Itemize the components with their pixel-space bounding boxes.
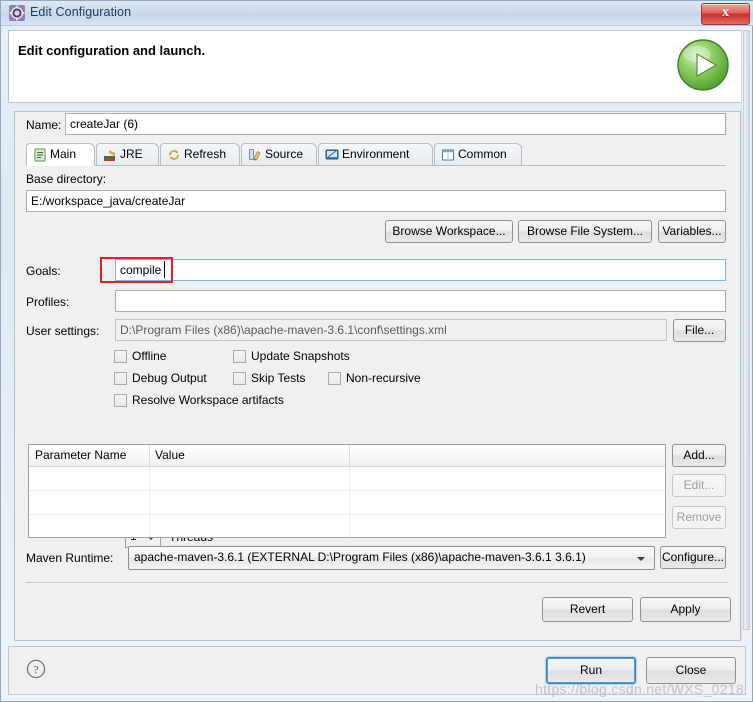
tab-jre-label: JRE	[120, 147, 143, 161]
header-title: Edit configuration and launch.	[18, 43, 206, 58]
column-header-parameter-name: Parameter Name	[35, 448, 127, 462]
scrollbar-thumb[interactable]	[743, 30, 750, 630]
variables-button[interactable]: Variables...	[658, 220, 726, 243]
run-button[interactable]: Run	[546, 657, 636, 684]
table-row-line	[29, 514, 665, 515]
dialog-scrollbar[interactable]	[741, 30, 751, 640]
add-parameter-button[interactable]: Add...	[672, 444, 726, 467]
close-button[interactable]: Close	[646, 657, 736, 684]
tab-common-label: Common	[458, 147, 507, 161]
apply-button[interactable]: Apply	[640, 597, 731, 622]
checkbox-non-recursive[interactable]	[328, 372, 341, 385]
configuration-panel: Name: createJar (6) Main JRE Refresh Sou…	[14, 111, 741, 641]
user-settings-input[interactable]: D:\Program Files (x86)\apache-maven-3.6.…	[115, 319, 667, 341]
tab-environment-label: Environment	[342, 147, 410, 161]
tab-source[interactable]: Source	[241, 143, 317, 166]
parameter-table-header: Parameter Name Value	[29, 445, 665, 467]
parameter-table[interactable]: Parameter Name Value	[28, 444, 666, 538]
remove-parameter-button: Remove	[672, 506, 726, 529]
refresh-arrows-icon	[167, 148, 181, 162]
tab-refresh-label: Refresh	[184, 147, 227, 161]
table-grid-line	[349, 466, 350, 537]
checkbox-update-snapshots-label: Update Snapshots	[251, 349, 350, 363]
close-icon: x	[722, 5, 729, 20]
window-close-button[interactable]: x	[701, 3, 750, 25]
chevron-down-icon	[637, 557, 645, 561]
revert-button[interactable]: Revert	[542, 597, 633, 622]
profiles-label: Profiles:	[26, 295, 70, 309]
maven-runtime-select[interactable]: apache-maven-3.6.1 (EXTERNAL D:\Program …	[128, 546, 655, 570]
checkbox-resolve-workspace-artifacts[interactable]	[114, 394, 127, 407]
configure-button[interactable]: Configure...	[660, 546, 726, 569]
browse-workspace-button[interactable]: Browse Workspace...	[385, 220, 513, 243]
edit-configuration-dialog: Edit Configuration x Edit configuration …	[0, 0, 753, 702]
checkbox-skip-tests-label: Skip Tests	[251, 371, 306, 385]
maven-gear-icon	[9, 5, 25, 21]
help-question-icon[interactable]: ?	[26, 659, 46, 679]
column-header-value: Value	[155, 448, 185, 462]
profiles-input[interactable]	[115, 290, 726, 312]
source-pencil-icon	[248, 148, 262, 162]
dialog-header: Edit configuration and launch.	[8, 30, 746, 103]
tab-main[interactable]: Main	[26, 143, 95, 166]
browse-file-system-button[interactable]: Browse File System...	[518, 220, 652, 243]
maven-runtime-label: Maven Runtime:	[26, 551, 114, 565]
checkbox-offline[interactable]	[114, 350, 127, 363]
tab-common[interactable]: Common	[434, 143, 522, 166]
column-divider	[349, 445, 350, 466]
jre-books-icon	[103, 148, 117, 162]
table-row-line	[29, 490, 665, 491]
common-window-icon	[441, 148, 455, 162]
checkbox-non-recursive-label: Non-recursive	[346, 371, 421, 385]
user-settings-label: User settings:	[26, 324, 100, 338]
text-caret	[164, 261, 165, 278]
tab-underline	[26, 165, 726, 166]
table-row-line	[29, 537, 665, 538]
goals-label: Goals:	[26, 264, 61, 278]
tab-environment[interactable]: Environment	[318, 143, 433, 166]
checkbox-debug-output[interactable]	[114, 372, 127, 385]
checkbox-offline-label: Offline	[132, 349, 167, 363]
title-bar: Edit Configuration x	[1, 1, 753, 26]
main-clipboard-icon	[33, 148, 47, 162]
user-settings-file-button[interactable]: File...	[673, 319, 726, 342]
dialog-button-bar: ? Run Close	[8, 646, 746, 695]
column-divider	[149, 445, 150, 466]
table-grid-line	[149, 466, 150, 537]
edit-parameter-button: Edit...	[672, 474, 726, 497]
tab-source-label: Source	[265, 147, 304, 161]
checkbox-debug-output-label: Debug Output	[132, 371, 207, 385]
tab-refresh[interactable]: Refresh	[160, 143, 240, 166]
environment-icon	[325, 148, 339, 162]
checkbox-skip-tests[interactable]	[233, 372, 246, 385]
tab-bar: Main JRE Refresh Source Environment Comm…	[26, 143, 726, 166]
checkbox-resolve-workspace-artifacts-label: Resolve Workspace artifacts	[132, 393, 284, 407]
base-directory-label: Base directory:	[26, 172, 107, 186]
base-directory-input[interactable]: E:/workspace_java/createJar	[26, 190, 726, 212]
name-input[interactable]: createJar (6)	[65, 113, 726, 135]
svg-text:?: ?	[33, 662, 38, 676]
tab-jre[interactable]: JRE	[96, 143, 159, 166]
checkbox-update-snapshots[interactable]	[233, 350, 246, 363]
maven-runtime-value: apache-maven-3.6.1 (EXTERNAL D:\Program …	[134, 550, 586, 564]
goals-input[interactable]: compile	[115, 259, 726, 281]
name-label: Name:	[26, 118, 62, 132]
green-run-play-icon	[675, 37, 731, 93]
tab-main-label: Main	[50, 147, 77, 161]
panel-divider	[26, 582, 728, 583]
window-title: Edit Configuration	[30, 5, 132, 19]
